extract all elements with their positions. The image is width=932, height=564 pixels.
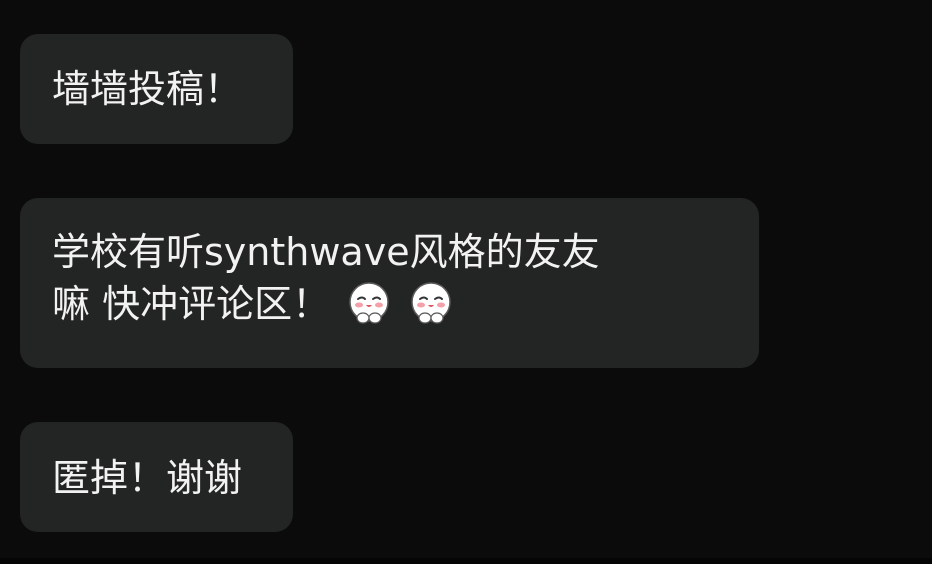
message-text: 墙墙投稿！	[52, 67, 243, 111]
chat-view: 墙墙投稿！ 学校有听synthwave风格的友友 嘛 快冲评论区！ 匿掉！谢谢	[0, 0, 932, 564]
blushing-face-emoji	[349, 282, 389, 324]
message-text: 匿掉！谢谢	[52, 456, 243, 500]
message-text-line-2: 嘛 快冲评论区！	[52, 278, 727, 330]
message-bubble[interactable]: 学校有听synthwave风格的友友 嘛 快冲评论区！	[20, 198, 759, 368]
bottom-edge	[0, 558, 932, 564]
message-text: 嘛 快冲评论区！	[52, 282, 331, 326]
message-bubble[interactable]: 墙墙投稿！	[20, 34, 293, 144]
blushing-face-emoji	[411, 282, 452, 324]
message-bubble[interactable]: 匿掉！谢谢	[20, 422, 293, 532]
message-text: 学校有听synthwave风格的友友	[52, 230, 600, 274]
